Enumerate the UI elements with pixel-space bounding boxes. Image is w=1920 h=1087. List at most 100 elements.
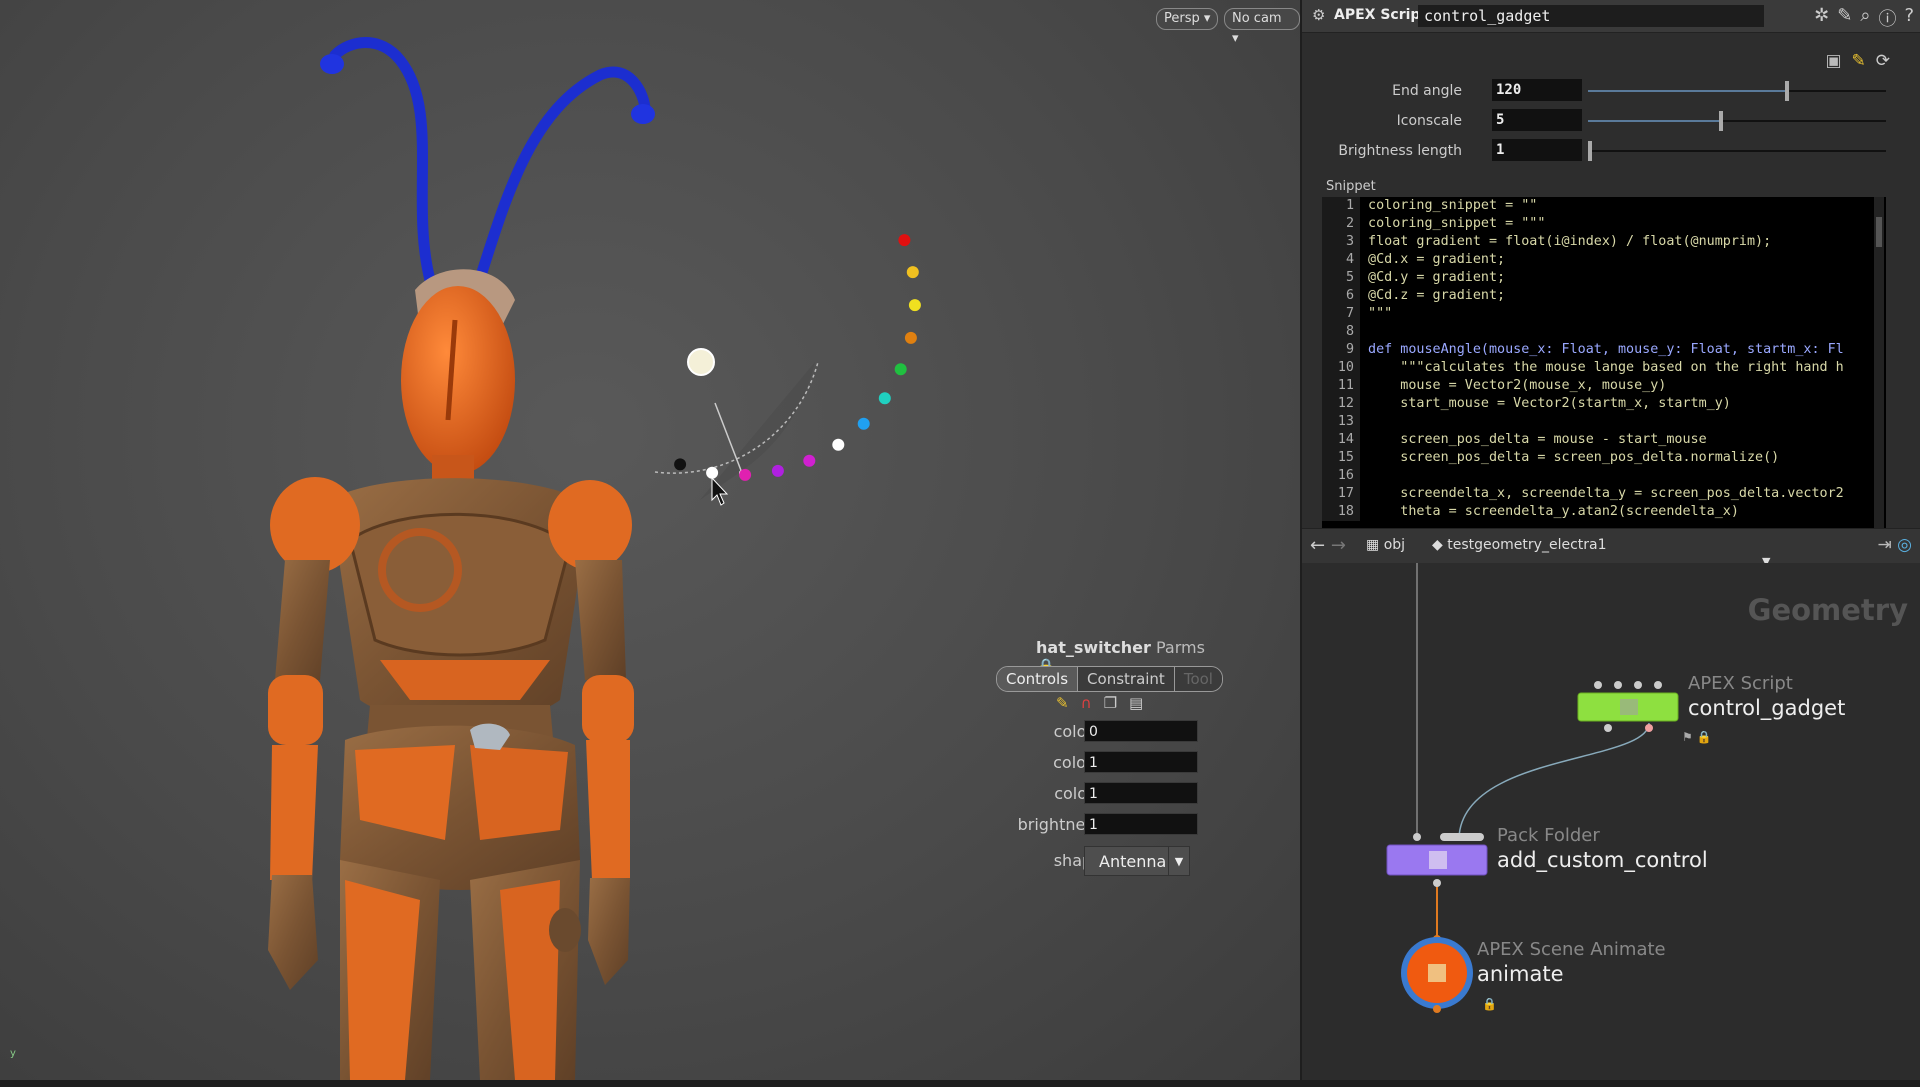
line-number: 8 [1322, 323, 1360, 341]
info-icon[interactable]: ⓘ [1878, 5, 1896, 31]
code-text: @Cd.x = gradient; [1360, 252, 1506, 267]
gear-icon[interactable]: ✲ [1814, 5, 1829, 31]
snippet-code-editor[interactable]: 1 coloring_snippet = "" 2 coloring_snippe… [1322, 197, 1886, 559]
left-hand [268, 875, 318, 990]
left-antenna-tip [320, 54, 344, 74]
refresh-icon[interactable]: ⟳ [1876, 51, 1890, 71]
knee-joint [549, 908, 581, 952]
color-dot[interactable] [674, 458, 687, 471]
color-dot[interactable] [832, 438, 845, 451]
back-arrow-icon[interactable]: ← [1310, 535, 1325, 556]
param-brightness-field[interactable]: 1 [1084, 813, 1198, 835]
brightness-length-field[interactable]: 1 [1492, 139, 1582, 161]
code-line[interactable]: 6 @Cd.z = gradient; [1322, 287, 1886, 305]
panel-toolbar: ✎ ∩ ❐ ▤ [1056, 694, 1143, 712]
param-colory-field[interactable]: 1 [1084, 751, 1198, 773]
brightness-length-slider-knob[interactable] [1588, 141, 1592, 161]
end-angle-field[interactable]: 120 [1492, 79, 1582, 101]
forward-arrow-icon[interactable]: → [1331, 535, 1346, 556]
network-editor[interactable]: Geometry ⚑ 🔒 🔒 APEX Script control_gadge… [1302, 563, 1920, 1080]
code-line[interactable]: 11 mouse = Vector2(mouse_x, mouse_y) [1322, 377, 1886, 395]
help-icon[interactable]: ? [1904, 5, 1914, 31]
code-line[interactable]: 2 coloring_snippet = """ [1322, 215, 1886, 233]
param-brightness: brightness 1 [996, 813, 1226, 837]
param-colorx-field[interactable]: 0 [1084, 720, 1198, 742]
line-number: 15 [1322, 449, 1360, 467]
right-forearm [586, 740, 630, 880]
node-add-custom-control[interactable] [1386, 833, 1488, 887]
color-dot[interactable] [904, 331, 917, 344]
node-name-control-gadget[interactable]: control_gadget [1688, 696, 1845, 720]
code-line[interactable]: 3 float gradient = float(i@index) / floa… [1322, 233, 1886, 251]
paste-icon[interactable]: ▤ [1129, 694, 1143, 712]
brush-tool-icon[interactable]: ✎ [1852, 51, 1866, 71]
end-angle-slider-knob[interactable] [1784, 81, 1789, 101]
code-line[interactable]: 1 coloring_snippet = "" [1322, 197, 1886, 215]
tab-constraint[interactable]: Constraint [1078, 667, 1175, 691]
iconscale-slider[interactable] [1588, 111, 1886, 131]
code-line[interactable]: 17 screendelta_x, screendelta_y = screen… [1322, 485, 1886, 503]
copy-icon[interactable]: ❐ [1104, 694, 1117, 712]
code-text: @Cd.z = gradient; [1360, 288, 1506, 303]
brightness-length-slider[interactable] [1588, 141, 1886, 161]
color-dot[interactable] [803, 454, 816, 467]
character-model[interactable] [0, 0, 1300, 1080]
color-dot[interactable] [878, 392, 891, 405]
iconscale-field[interactable]: 5 [1492, 109, 1582, 131]
code-line[interactable]: 18 theta = screendelta_y.atan2(screendel… [1322, 503, 1886, 521]
brush-icon[interactable]: ✎ [1837, 5, 1852, 31]
search-icon[interactable]: ⌕ [1860, 5, 1870, 31]
end-angle-slider[interactable] [1588, 81, 1886, 101]
code-line[interactable]: 4 @Cd.x = gradient; [1322, 251, 1886, 269]
line-number: 17 [1322, 485, 1360, 503]
link-icon[interactable]: ◎ [1897, 535, 1912, 555]
param-iconscale: Iconscale 5 [1302, 109, 1920, 133]
code-line[interactable]: 12 start_mouse = Vector2(startm_x, start… [1322, 395, 1886, 413]
editor-scrollbar-thumb[interactable] [1876, 217, 1882, 247]
color-dot[interactable] [906, 266, 919, 279]
color-dot[interactable] [706, 466, 719, 479]
brush-icon[interactable]: ✎ [1056, 694, 1069, 712]
path-root-crumb[interactable]: ▦ obj [1366, 537, 1405, 553]
color-dot[interactable] [894, 363, 907, 376]
line-number: 13 [1322, 413, 1360, 431]
magnet-icon[interactable]: ∩ [1081, 694, 1092, 712]
code-line[interactable]: 13 [1322, 413, 1886, 431]
color-dot[interactable] [898, 234, 911, 247]
editor-scrollbar[interactable] [1874, 197, 1884, 559]
color-dot[interactable] [857, 417, 870, 430]
color-dot[interactable] [771, 464, 784, 477]
right-hand [588, 878, 630, 985]
param-end-angle: End angle 120 [1302, 79, 1920, 103]
tab-controls[interactable]: Controls [997, 667, 1079, 691]
right-upper-arm [575, 560, 626, 680]
code-line[interactable]: 14 screen_pos_delta = mouse - start_mous… [1322, 431, 1886, 449]
code-line[interactable]: 9 def mouseAngle(mouse_x: Float, mouse_y… [1322, 341, 1886, 359]
tab-tool[interactable]: Tool [1174, 667, 1222, 691]
node-name-animate[interactable]: animate [1477, 962, 1564, 986]
control-gadget[interactable] [654, 234, 921, 506]
pin-icon[interactable]: ⇥ [1878, 535, 1892, 555]
color-dot[interactable] [739, 468, 752, 481]
color-dot[interactable] [908, 299, 921, 312]
code-line[interactable]: 10 """calculates the mouse lange based o… [1322, 359, 1886, 377]
code-text: start_mouse = Vector2(startm_x, startm_y… [1360, 396, 1731, 411]
shape-dropdown[interactable]: Antenna ▼ [1084, 846, 1190, 876]
gadget-handle[interactable] [687, 348, 715, 376]
line-number: 12 [1322, 395, 1360, 413]
code-line[interactable]: 15 screen_pos_delta = screen_pos_delta.n… [1322, 449, 1886, 467]
code-line[interactable]: 5 @Cd.y = gradient; [1322, 269, 1886, 287]
param-colorx: colorx 0 [996, 720, 1226, 744]
param-colorz: colorz 1 [996, 782, 1226, 806]
line-number: 5 [1322, 269, 1360, 287]
iconscale-slider-knob[interactable] [1719, 111, 1724, 131]
code-line[interactable]: 7 """ [1322, 305, 1886, 323]
code-line[interactable]: 8 [1322, 323, 1886, 341]
param-colorz-field[interactable]: 1 [1084, 782, 1198, 804]
shape-dropdown-value: Antenna [1099, 852, 1167, 871]
display-icon[interactable]: ▣ [1825, 51, 1841, 71]
node-name-add-custom-control[interactable]: add_custom_control [1497, 848, 1708, 872]
code-line[interactable]: 16 [1322, 467, 1886, 485]
node-name-field[interactable]: control_gadget [1418, 5, 1764, 27]
scene-viewport[interactable]: Persp ▾ No cam ▾ y hat_switcher Parms Co… [0, 0, 1300, 1080]
